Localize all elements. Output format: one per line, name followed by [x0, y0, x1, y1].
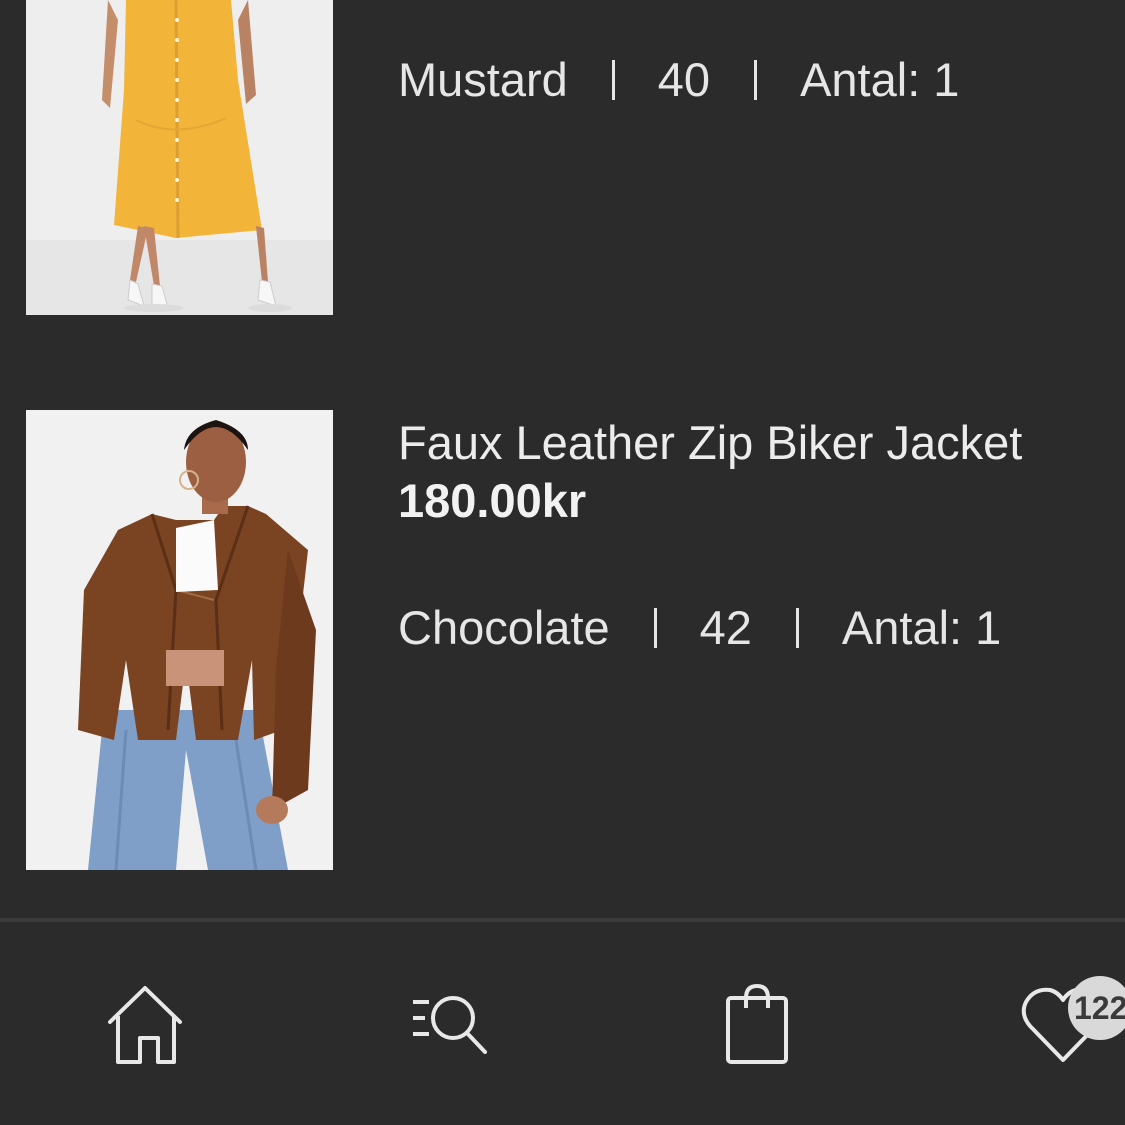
item-size: 40 [657, 53, 711, 106]
wishlist-count-badge: 122 [1068, 976, 1125, 1040]
divider [795, 608, 799, 648]
item-specs: Mustard 40 Antal: 1 [398, 48, 1105, 112]
divider [611, 60, 615, 100]
item-quantity[interactable]: Antal: 1 [842, 596, 1001, 660]
item-specs: Chocolate 42 Antal: 1 [398, 596, 1105, 660]
search-list-icon [413, 996, 487, 1054]
product-title[interactable]: Faux Leather Zip Biker Jacket [398, 414, 1105, 472]
dress-model-illustration [26, 0, 333, 315]
product-price: 180.00kr [398, 474, 587, 527]
shopping-bag-icon [726, 983, 788, 1064]
item-info: Mustard 40 Antal: 1 [398, 48, 1105, 112]
item-size: 42 [699, 601, 752, 654]
nav-home-button[interactable] [100, 980, 190, 1070]
divider [754, 60, 758, 100]
divider [653, 608, 657, 648]
nav-search-button[interactable] [405, 980, 495, 1070]
jacket-model-illustration [26, 410, 333, 870]
cart-item: Mustard 40 Antal: 1 [0, 0, 1125, 340]
product-image[interactable] [26, 410, 333, 870]
home-icon [108, 986, 182, 1064]
item-color: Mustard [398, 53, 568, 106]
item-color: Chocolate [398, 601, 610, 654]
item-info: Faux Leather Zip Biker Jacket 180.00kr C… [398, 414, 1105, 660]
nav-bag-button[interactable] [712, 980, 802, 1070]
cart-item: Faux Leather Zip Biker Jacket 180.00kr C… [0, 408, 1125, 878]
product-image[interactable] [26, 0, 333, 315]
item-quantity[interactable]: Antal: 1 [800, 48, 959, 112]
bottom-nav-bar [0, 922, 1125, 1125]
cart-screen: Mustard 40 Antal: 1 Faux Leather Zip Bik… [0, 0, 1125, 1125]
